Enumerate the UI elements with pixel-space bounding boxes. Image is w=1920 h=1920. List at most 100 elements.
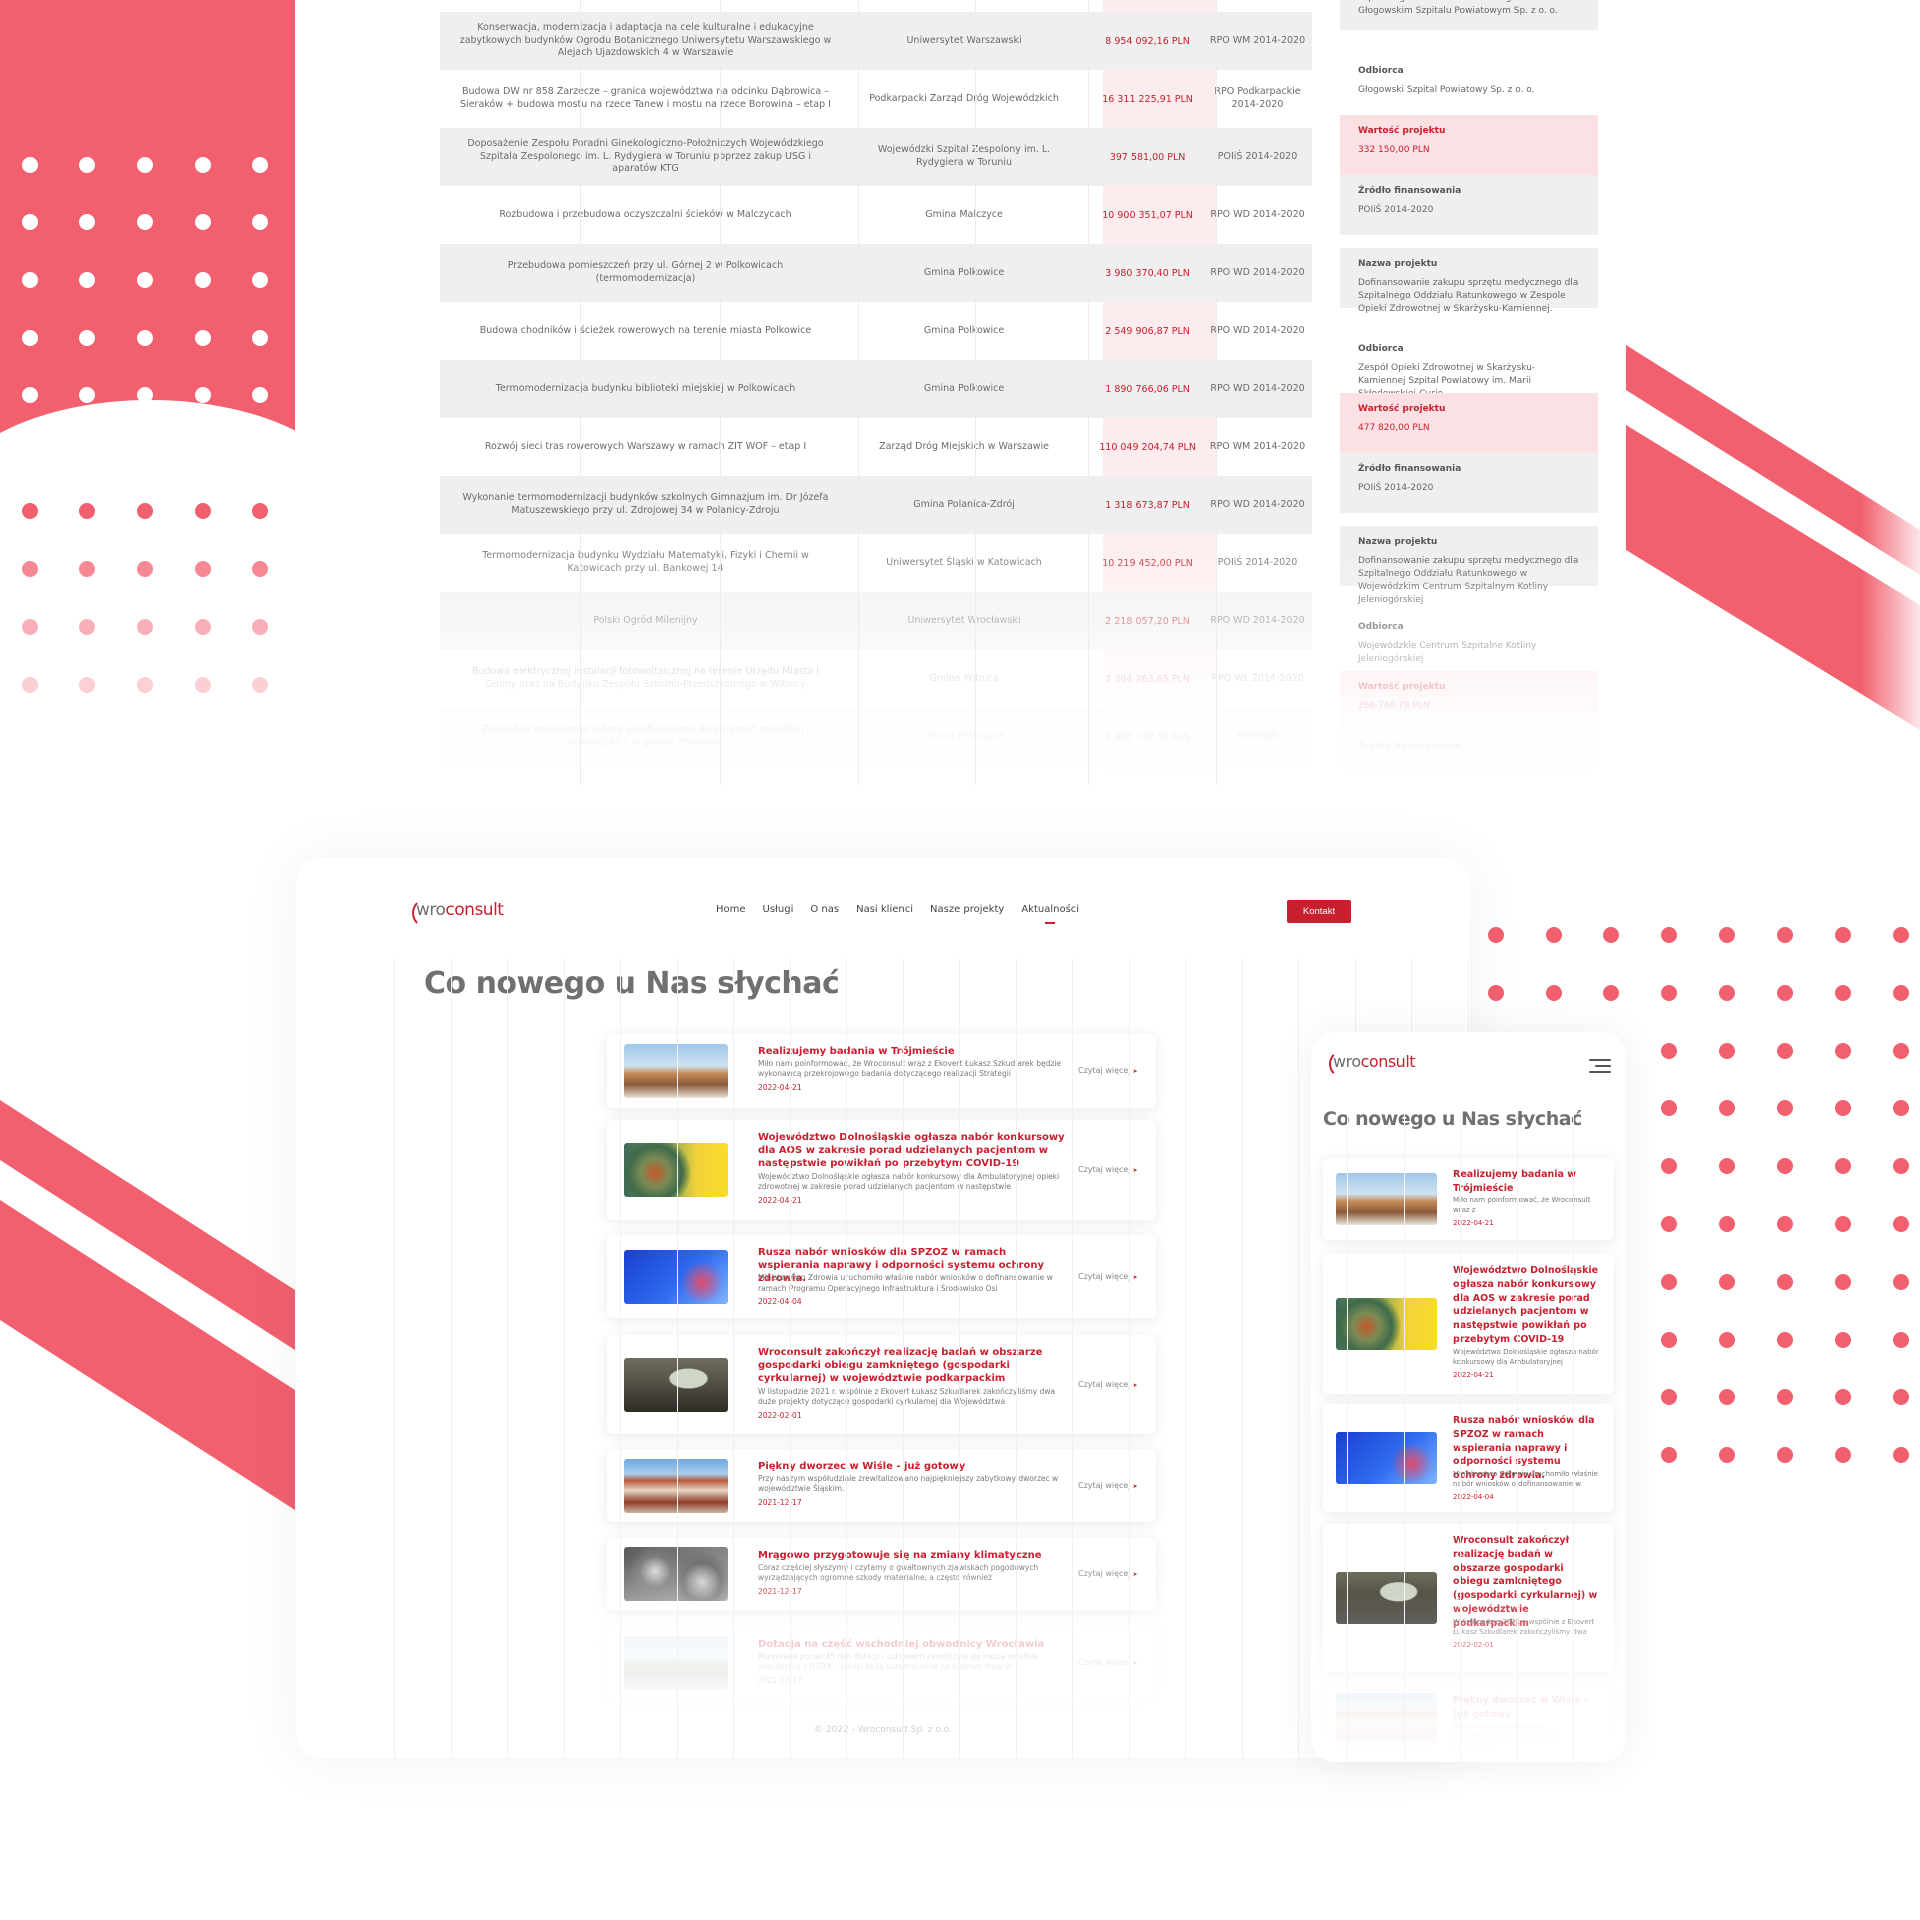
recipient-cell: Podkarpacki Zarząd Dróg Wojewódzkich — [869, 92, 1059, 104]
decor-dot — [1777, 984, 1793, 1001]
decor-stripes-right — [1626, 345, 1920, 730]
decor-dot — [22, 157, 38, 173]
news-excerpt: Pozyskane ponad 45 mln dotacji - sukcese… — [758, 1651, 1038, 1672]
desktop-page: wroconsult Home Usługi O nas Nasi klienc… — [296, 858, 1470, 1758]
news-card[interactable]: Mrągowo przygotowuje się na zmiany klima… — [607, 1538, 1156, 1610]
news-date: 2021-12-17 — [758, 1675, 802, 1685]
value-cell: 1 890 766,06 PLN — [1105, 383, 1190, 395]
decor-dot — [1661, 1158, 1677, 1175]
side-source: Źródło finansowania POIiŚ 2014-2020 — [1340, 453, 1598, 513]
news-title[interactable]: Wroconsult zakończył realizację badań w … — [1453, 1534, 1601, 1630]
mobile-news-card[interactable]: Rusza nabór wniosków dla SPZOZ w ramach … — [1323, 1404, 1614, 1512]
nav-aktualnosci[interactable]: Aktualności — [1021, 904, 1079, 924]
news-card[interactable]: Rusza nabór wniosków dla SPZOZ w ramach … — [607, 1235, 1156, 1318]
news-date: 2022-04-04 — [758, 1297, 802, 1306]
news-title[interactable]: Wroconsult zakończył realizację badań w … — [758, 1346, 1068, 1385]
decor-dot — [1719, 927, 1735, 943]
project-name-cell: Budowa DW nr 858 Zarzecze – granica woje… — [460, 86, 831, 110]
decor-dot — [252, 677, 268, 693]
decor-dot — [137, 445, 153, 461]
decor-dot — [1719, 1216, 1735, 1232]
table-row[interactable]: Budowa DW nr 858 Zarzecze – granica woje… — [440, 70, 1312, 128]
nav-o-nas[interactable]: O nas — [810, 904, 839, 915]
news-card[interactable]: Województwo Dolnośląskie ogłasza nabór k… — [607, 1120, 1156, 1220]
news-title[interactable]: Województwo Dolnośląskie ogłasza nabór k… — [758, 1131, 1068, 1170]
news-thumbnail[interactable] — [1336, 1693, 1437, 1745]
news-excerpt: Województwo Dolnośląskie ogłasza nabór k… — [1453, 1348, 1599, 1366]
decor-dot — [22, 677, 38, 693]
side-value-text: POIiŚ 2014-2020 — [1358, 205, 1434, 216]
news-thumbnail[interactable] — [1336, 1173, 1437, 1225]
decor-dot — [252, 157, 268, 173]
decor-dot — [22, 387, 38, 403]
decor-dot — [252, 445, 268, 461]
decor-dot — [22, 272, 38, 288]
decor-dot — [1835, 1158, 1851, 1175]
read-more-label: Czytaj więcej — [1078, 1066, 1131, 1075]
logo-swoosh-icon — [1329, 1050, 1357, 1078]
news-card[interactable]: Realizujemy badania w Trójmieście Miło na… — [607, 1034, 1156, 1108]
news-card[interactable]: Piękny dworzec w Wiśle - już gotowy Przy … — [607, 1449, 1156, 1522]
side-value: Wartość projektu 332 150,00 PLN — [1340, 115, 1598, 175]
logo-consult: consult — [445, 900, 504, 920]
mobile-news-card[interactable]: Województwo Dolnośląskie ogłasza nabór k… — [1323, 1254, 1614, 1394]
nav-nasi-klienci[interactable]: Nasi klienci — [856, 904, 913, 915]
mobile-logo[interactable]: wroconsult — [1329, 1050, 1416, 1078]
table-row[interactable]: Przebudowa pomieszczeń przy ul. Górnej 2… — [440, 244, 1312, 302]
news-title[interactable]: Dotacja na część wschodniej obwodnicy Wr… — [758, 1638, 1068, 1651]
project-name-cell: Termomodernizacja budynku biblioteki mie… — [495, 382, 796, 394]
page-title: Co nowego u Nas słychać — [424, 966, 840, 1001]
recipient-cell: Gmina Polanica-Zdrój — [913, 498, 1015, 510]
hamburger-menu-icon[interactable] — [1589, 1059, 1611, 1077]
logo[interactable]: wroconsult — [412, 898, 504, 928]
table-row[interactable]: Budowa chodników i ścieżek rowerowych na… — [440, 302, 1312, 360]
news-date: 2022-04-21 — [758, 1195, 802, 1205]
side-value-text: POIiŚ 2014-2020 — [1358, 483, 1434, 494]
news-thumbnail[interactable] — [1336, 1432, 1437, 1484]
news-thumbnail[interactable] — [1336, 1572, 1437, 1624]
project-name-cell: Wykonanie termomodernizacji budynków szk… — [462, 492, 829, 516]
table-row[interactable]: Doposażenie Zespołu Poradni Ginekologicz… — [440, 128, 1312, 186]
decor-dot — [137, 503, 153, 519]
news-card[interactable]: Wroconsult zakończył realizację badań w … — [607, 1335, 1156, 1434]
side-label: Źródło finansowania — [1358, 186, 1462, 196]
news-title[interactable]: Piękny dworzec w Wiśle - już gotowy — [758, 1460, 1068, 1473]
nav-home[interactable]: Home — [716, 904, 746, 915]
contact-button[interactable]: Kontakt — [1287, 900, 1351, 923]
side-value-text: Dofinansowanie zakupu sprzętu medycznego… — [1358, 0, 1558, 17]
news-excerpt: W listopadzie 2021 r. wspólnie z Ekovert… — [758, 1386, 1056, 1407]
table-row[interactable]: Konserwacja, modernizacja i adaptacja na… — [440, 12, 1312, 70]
decor-curve — [0, 400, 360, 510]
decor-dot — [1893, 984, 1909, 1001]
nav-uslugi[interactable]: Usługi — [763, 904, 794, 915]
decor-dot — [1546, 984, 1562, 1001]
news-card[interactable]: Dotacja na część wschodniej obwodnicy Wr… — [607, 1627, 1156, 1699]
mobile-news-card[interactable]: Piękny dworzec w Wiśle - już gotowy Przy … — [1323, 1684, 1614, 1754]
table-row[interactable]: Termomodernizacja budynku biblioteki mie… — [440, 360, 1312, 418]
decor-dot — [22, 214, 38, 230]
source-cell: RPO Podkarpackie 2014-2020 — [1214, 86, 1301, 110]
news-title[interactable]: Realizujemy badania w Trójmieście — [1453, 1168, 1601, 1196]
decor-dot — [195, 157, 211, 173]
decor-dot — [1777, 927, 1793, 943]
decor-dot — [137, 157, 153, 173]
source-cell: RPO WD 2014-2020 — [1210, 382, 1305, 394]
news-title[interactable]: Mrągowo przygotowuje się na zmiany klima… — [758, 1549, 1068, 1562]
decor-dot — [1719, 1100, 1735, 1117]
news-thumbnail[interactable] — [1336, 1298, 1437, 1350]
arrow-right-icon: ➤ — [1130, 1167, 1138, 1174]
table-row[interactable]: Rozbudowa i przebudowa oczyszczalni ście… — [440, 186, 1312, 244]
side-value: Wartość projektu 477 820,00 PLN — [1340, 393, 1598, 453]
decor-dot — [1835, 1216, 1851, 1232]
decor-dot — [252, 387, 268, 403]
table-row[interactable]: Rozwój sieci tras rowerowych Warszawy w … — [440, 418, 1312, 476]
decor-dot — [79, 214, 95, 230]
news-title[interactable]: Województwo Dolnośląskie ogłasza nabór k… — [1453, 1264, 1601, 1347]
decor-dot — [252, 561, 268, 577]
mobile-news-card[interactable]: Wroconsult zakończył realizację badań w … — [1323, 1524, 1614, 1672]
nav-nasze-projekty[interactable]: Nasze projekty — [930, 904, 1004, 915]
mobile-news-card[interactable]: Realizujemy badania w Trójmieście Miło na… — [1323, 1158, 1614, 1240]
mobile-page-title: Co nowego u Nas słychać — [1323, 1108, 1582, 1130]
news-title[interactable]: Piękny dworzec w Wiśle - już gotowy — [1453, 1694, 1601, 1722]
news-title[interactable]: Realizujemy badania w Trójmieście — [758, 1045, 1068, 1058]
